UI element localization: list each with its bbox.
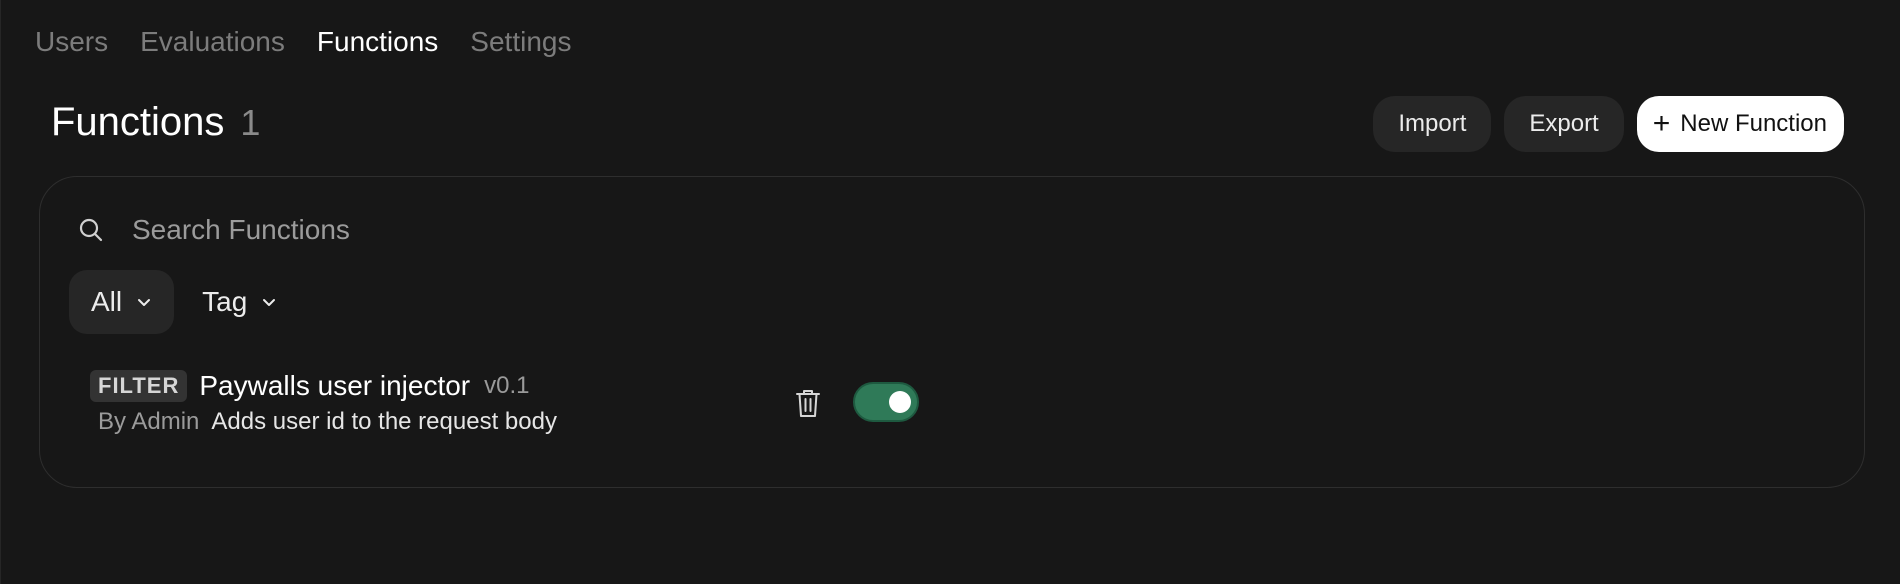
trash-icon (796, 390, 820, 417)
search-bar (78, 213, 734, 247)
new-function-button[interactable]: + New Function (1636, 96, 1844, 152)
tag-filter-label: Tag (202, 286, 248, 317)
functions-count: 1 (240, 102, 261, 143)
function-type-badge: FILTER (90, 370, 188, 402)
function-list-item[interactable]: FILTER Paywalls user injector v0.1 By Ad… (90, 370, 970, 460)
search-input[interactable] (130, 213, 734, 247)
function-meta: By Admin Adds user id to the request bod… (98, 408, 970, 436)
toggle-knob (889, 391, 911, 413)
page-title: Functions (51, 100, 225, 144)
functions-panel: All Tag FILTER Paywalls user in (39, 176, 1865, 488)
tab-functions[interactable]: Functions (317, 26, 438, 58)
chevron-down-icon (136, 294, 152, 310)
export-button[interactable]: Export (1504, 96, 1624, 152)
tag-filter-dropdown[interactable]: Tag (180, 270, 299, 334)
page-header: Functions 1 (51, 100, 260, 145)
scope-filter-dropdown[interactable]: All (69, 270, 175, 334)
header-actions: Import Export + New Function (1373, 96, 1844, 152)
function-enabled-toggle[interactable] (853, 382, 919, 422)
filter-bar: All Tag (69, 270, 299, 334)
search-icon (78, 217, 104, 243)
function-version: v0.1 (484, 372, 530, 399)
import-button[interactable]: Import (1373, 96, 1492, 152)
plus-icon: + (1652, 107, 1671, 140)
tab-settings[interactable]: Settings (470, 26, 571, 58)
function-header: FILTER Paywalls user injector v0.1 (90, 370, 970, 402)
tab-evaluations[interactable]: Evaluations (140, 26, 285, 58)
function-name: Paywalls user injector (199, 370, 471, 401)
scope-filter-label: All (91, 286, 123, 317)
admin-tabs: Users Evaluations Functions Settings (35, 26, 571, 58)
chevron-down-icon (261, 294, 277, 310)
function-author: By Admin (98, 408, 200, 435)
delete-function-button[interactable] (793, 387, 823, 419)
tab-users[interactable]: Users (35, 26, 108, 58)
functions-admin-page: Users Evaluations Functions Settings Fun… (0, 0, 1900, 584)
new-function-label: New Function (1680, 110, 1827, 137)
function-description: Adds user id to the request body (211, 408, 557, 435)
